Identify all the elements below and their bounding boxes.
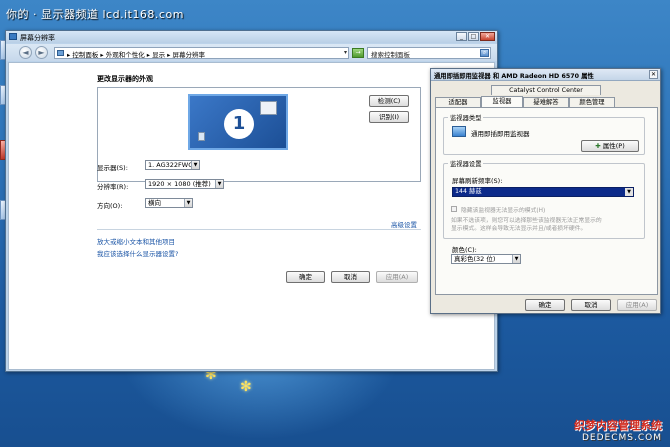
back-arrow-icon[interactable]: ◄ xyxy=(19,46,32,59)
breadcrumb[interactable]: ▸ 控制面板 ▸ 外观和个性化 ▸ 显示 ▸ 屏幕分辨率 xyxy=(67,49,205,59)
properties-button[interactable]: ✚ 属性(P) xyxy=(581,140,639,152)
monitor-settings-group: 监视器设置 屏幕刷新频率(S): 144 赫兹 ▼ 隐藏该监视器无法显示的模式(… xyxy=(443,159,645,239)
monitor-settings-label: 监视器设置 xyxy=(448,159,484,168)
cancel-button[interactable]: 取消 xyxy=(331,271,370,283)
dialog-cancel-button[interactable]: 取消 xyxy=(571,299,611,311)
text-size-link[interactable]: 放大或缩小文本和其他项目 xyxy=(97,236,175,246)
watermark-bottom: 织梦内容管理系统 DEDECMS.COM xyxy=(574,417,662,443)
address-bar[interactable]: ▸ 控制面板 ▸ 外观和个性化 ▸ 显示 ▸ 屏幕分辨率 ▾ xyxy=(54,47,349,59)
dropdown-arrow-icon: ▼ xyxy=(184,199,192,207)
tab-adapter[interactable]: 适配器 xyxy=(435,97,481,107)
tab-row-1: Catalyst Control Center xyxy=(491,85,601,95)
colors-select[interactable]: 真彩色(32 位) ▼ xyxy=(451,254,521,264)
resolution-label: 分辨率(R): xyxy=(97,183,129,191)
monitor-tab-panel: 监视器类型 通用即插即用监视器 ✚ 属性(P) 监视器设置 屏幕刷新频率(S):… xyxy=(435,107,658,295)
dialog-apply-button[interactable]: 应用(A) xyxy=(617,299,657,311)
close-icon[interactable]: ✕ xyxy=(649,70,658,79)
orientation-select[interactable]: 横向 ▼ xyxy=(145,198,193,208)
tab-color-management[interactable]: 颜色管理 xyxy=(569,97,615,107)
ok-button[interactable]: 确定 xyxy=(286,271,325,283)
window-title: 屏幕分辨率 xyxy=(20,34,55,42)
monitor-type-label: 监视器类型 xyxy=(448,113,484,122)
forward-arrow-icon[interactable]: ► xyxy=(35,46,48,59)
properties-button-label: 属性(P) xyxy=(602,142,625,150)
hide-modes-checkbox[interactable] xyxy=(451,206,457,212)
which-settings-link[interactable]: 我应该选择什么显示器设置? xyxy=(97,248,178,258)
dropdown-arrow-icon: ▼ xyxy=(215,180,223,188)
colors-value: 真彩色(32 位) xyxy=(454,255,496,263)
display-label: 显示器(S): xyxy=(97,164,128,172)
dropdown-arrow-icon: ▼ xyxy=(512,255,520,263)
dialog-ok-button[interactable]: 确定 xyxy=(525,299,565,311)
identify-button[interactable]: 识别(I) xyxy=(369,111,409,123)
refresh-rate-label: 屏幕刷新频率(S): xyxy=(452,177,503,185)
tab-monitor[interactable]: 监视器 xyxy=(481,96,523,107)
advanced-settings-link[interactable]: 高级设置 xyxy=(391,219,417,229)
refresh-rate-select[interactable]: 144 赫兹 ▼ xyxy=(452,187,634,197)
properties-icon: ✚ xyxy=(595,142,601,150)
hide-modes-label: 隐藏该监视器无法显示的模式(H) xyxy=(461,208,546,214)
dialog-title-bar[interactable]: 通用即插即用监视器 和 AMD Radeon HD 6570 属性 ✕ xyxy=(431,69,660,81)
colors-label: 颜色(C): xyxy=(452,246,477,254)
resolution-select[interactable]: 1920 × 1080 (推荐) ▼ xyxy=(145,179,224,189)
watermark-brand: 织梦内容管理系统 xyxy=(574,419,662,432)
display-select[interactable]: 1. AG322FWG4 ▼ xyxy=(145,160,200,170)
watermark-brand-url: DEDECMS.COM xyxy=(582,433,662,443)
dropdown-arrow-icon[interactable]: ▾ xyxy=(344,49,347,56)
dropdown-arrow-icon: ▼ xyxy=(625,188,633,196)
hide-modes-description: 显示模式。这样会导致无法显示并且/或者损坏硬件。 xyxy=(451,226,587,232)
page-title: 更改显示器的外观 xyxy=(97,75,153,83)
window-thumbnail-icon xyxy=(260,101,277,115)
monitor-icon xyxy=(452,126,466,137)
tab-catalyst-control-center[interactable]: Catalyst Control Center xyxy=(491,85,601,95)
orientation-value: 横向 xyxy=(148,199,161,207)
computer-icon xyxy=(198,132,205,141)
control-panel-icon xyxy=(57,50,64,56)
window-icon xyxy=(9,33,17,40)
resolution-value: 1920 × 1080 (推荐) xyxy=(148,180,211,188)
watermark-top: 你的 · 显示器频道 lcd.it168.com xyxy=(6,8,184,21)
dialog-title: 通用即插即用监视器 和 AMD Radeon HD 6570 属性 xyxy=(434,73,594,80)
monitor-properties-dialog: 通用即插即用监视器 和 AMD Radeon HD 6570 属性 ✕ Cata… xyxy=(430,68,661,314)
caption-buttons: _ □ ✕ xyxy=(456,32,495,41)
refresh-rate-value: 144 赫兹 xyxy=(455,188,482,195)
wallpaper-flower: ✻ xyxy=(240,379,252,395)
monitor-icon[interactable]: 1 xyxy=(188,94,288,150)
display-value: 1. AG322FWG4 xyxy=(148,161,198,169)
monitor-type-group: 监视器类型 通用即插即用监视器 ✚ 属性(P) xyxy=(443,113,645,155)
detect-button[interactable]: 检测(C) xyxy=(369,95,409,107)
go-arrow-icon[interactable]: → xyxy=(352,48,364,58)
search-icon[interactable]: ⌕ xyxy=(480,49,489,57)
divider xyxy=(97,229,421,230)
orientation-label: 方向(O): xyxy=(97,202,123,210)
monitor-number: 1 xyxy=(224,109,254,139)
tab-troubleshoot[interactable]: 疑难解答 xyxy=(523,97,569,107)
tab-row-2: 适配器 监视器 疑难解答 颜色管理 xyxy=(435,96,615,107)
screen-resolution-window: 屏幕分辨率 _ □ ✕ ◄ ► ▸ 控制面板 ▸ 外观和个性化 ▸ 显示 ▸ 屏… xyxy=(5,30,498,372)
address-row: ◄ ► ▸ 控制面板 ▸ 外观和个性化 ▸ 显示 ▸ 屏幕分辨率 ▾ → 搜索控… xyxy=(6,44,497,61)
dropdown-arrow-icon: ▼ xyxy=(191,161,199,169)
close-button[interactable]: ✕ xyxy=(480,32,495,41)
search-placeholder: 搜索控制面板 xyxy=(371,51,410,59)
window-title-bar[interactable]: 屏幕分辨率 _ □ ✕ xyxy=(6,31,497,43)
apply-button[interactable]: 应用(A) xyxy=(376,271,418,283)
minimize-button[interactable]: _ xyxy=(456,32,467,41)
search-input[interactable]: 搜索控制面板 ⌕ xyxy=(367,47,491,59)
maximize-button[interactable]: □ xyxy=(468,32,479,41)
monitor-type-value: 通用即插即用监视器 xyxy=(471,130,530,138)
